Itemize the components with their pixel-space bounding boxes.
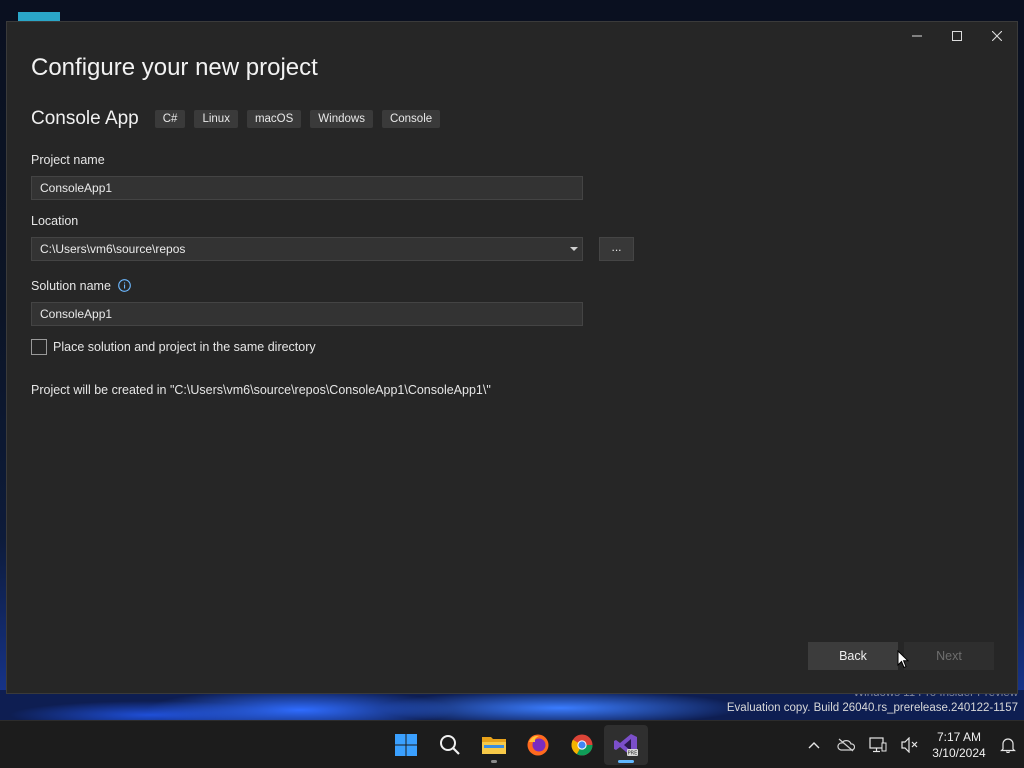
onedrive-icon[interactable] [830,721,862,768]
bell-icon[interactable] [992,721,1024,768]
solution-name-label-row: Solution name [31,279,132,295]
firefox-icon[interactable] [516,725,560,765]
template-name: Console App [31,108,139,129]
next-button[interactable]: Next [904,642,994,670]
svg-text:PRE: PRE [628,751,638,757]
same-directory-label[interactable]: Place solution and project in the same d… [53,340,316,354]
mouse-cursor-icon [897,650,909,669]
start-icon[interactable] [384,725,428,765]
file-explorer-icon[interactable] [472,725,516,765]
chevron-up-icon[interactable] [798,721,830,768]
clock[interactable]: 7:17 AM 3/10/2024 [926,729,992,761]
visual-studio-preview-icon[interactable]: PRE [604,725,648,765]
taskbar-apps: PRE [384,725,648,765]
clock-date: 3/10/2024 [932,746,986,760]
close-icon[interactable] [977,22,1017,50]
clock-time: 7:17 AM [936,730,982,744]
tag-windows: Windows [310,110,373,128]
minimize-icon[interactable] [897,22,937,50]
system-tray: 7:17 AM 3/10/2024 [798,721,1024,768]
location-label: Location [31,214,79,228]
maximize-icon[interactable] [937,22,977,50]
chevron-down-icon[interactable] [570,247,578,251]
browse-button[interactable]: ... [599,237,634,261]
solution-name-input[interactable]: ConsoleApp1 [31,302,583,326]
location-value: C:\Users\vm6\source\repos [40,242,186,256]
info-icon[interactable] [118,279,132,295]
back-button[interactable]: Back [808,642,898,670]
watermark-line2: Evaluation copy. Build 26040.rs_prerelea… [726,702,1018,714]
tag-csharp: C# [154,110,186,128]
taskbar: PRE 7:17 AM 3/10/2024 [0,720,1024,768]
page-title: Configure your new project [31,54,318,81]
volume-muted-icon[interactable] [894,721,926,768]
search-icon[interactable] [428,725,472,765]
running-indicator [491,760,497,763]
created-path-text: Project will be created in "C:\Users\vm6… [31,383,491,397]
tag-linux: Linux [194,110,238,128]
same-directory-option[interactable]: Place solution and project in the same d… [31,339,316,355]
tag-macos: macOS [246,110,302,128]
caption-buttons [897,22,1017,50]
location-combobox[interactable]: C:\Users\vm6\source\repos [31,237,583,261]
configure-project-dialog: Configure your new project Console App C… [6,21,1018,694]
tag-console: Console [381,110,441,128]
template-row: Console App C# Linux macOS Windows Conso… [31,108,449,130]
solution-name-label: Solution name [31,279,111,293]
project-name-label: Project name [31,153,105,167]
network-icon[interactable] [862,721,894,768]
same-directory-checkbox[interactable] [31,339,47,355]
project-name-input[interactable]: ConsoleApp1 [31,176,583,200]
running-indicator [618,760,634,763]
chrome-icon[interactable] [560,725,604,765]
